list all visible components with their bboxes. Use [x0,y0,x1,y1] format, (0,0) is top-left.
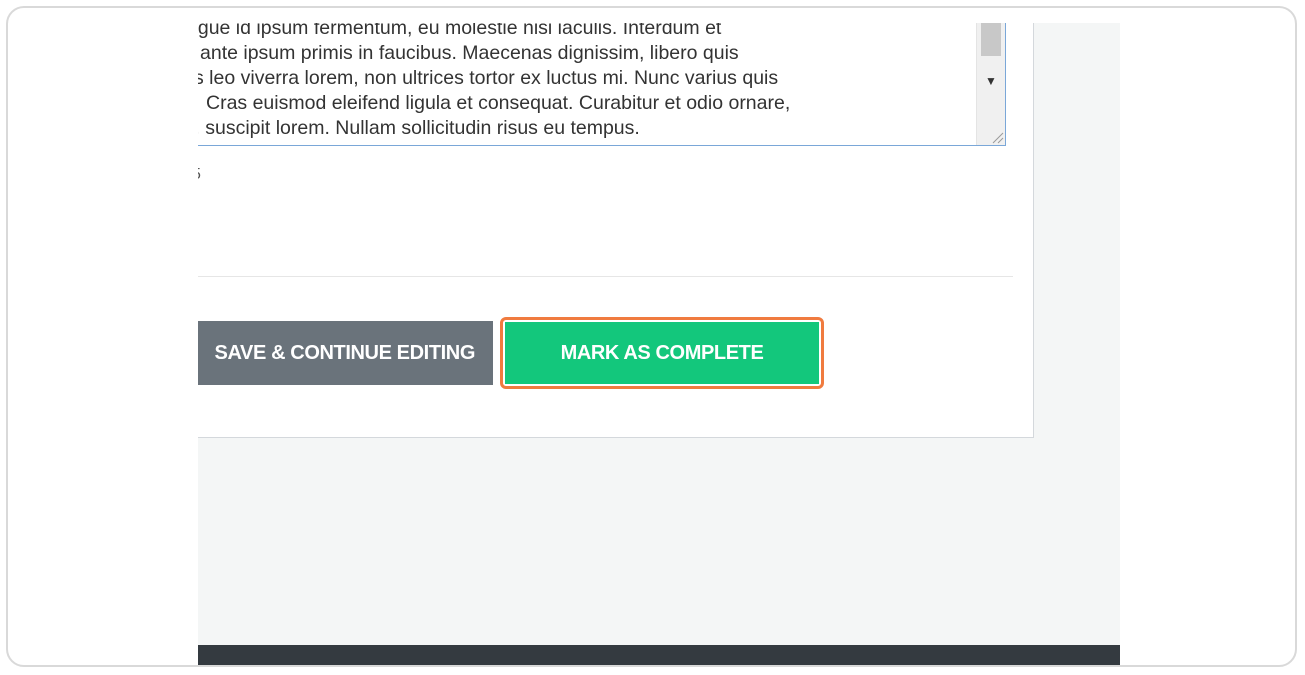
save-continue-button[interactable]: SAVE & CONTINUE EDITING [198,321,493,385]
textarea-line: s leo viverra lorem, non ultrices tortor… [198,67,779,89]
textarea-line: t, suscipit lorem. Nullam sollicitudin r… [198,117,640,139]
textarea-line: ugue id ipsum fermentum, eu molestie nis… [198,23,722,39]
scroll-down-arrow-icon[interactable]: ▼ [981,71,1001,91]
textarea-content[interactable]: ugue id ipsum fermentum, eu molestie nis… [198,23,969,141]
content-card: ugue id ipsum fermentum, eu molestie nis… [198,23,1034,438]
page-footer [198,645,1120,665]
character-count: 5 [198,166,201,184]
description-textarea[interactable]: ugue id ipsum fermentum, eu molestie nis… [198,23,1006,146]
resize-grip-icon[interactable] [990,130,1004,144]
page-viewport: ugue id ipsum fermentum, eu molestie nis… [198,23,1120,665]
textarea-line: ante ipsum primis in faucibus. Maecenas … [200,42,739,64]
scrollbar-thumb[interactable] [981,23,1001,56]
section-divider [198,276,1013,277]
textarea-scrollbar[interactable]: ▼ [976,23,1005,145]
textarea-line: Cras euismod eleifend ligula et consequa… [206,92,791,114]
screenshot-frame: ugue id ipsum fermentum, eu molestie nis… [6,6,1297,667]
mark-complete-button[interactable]: MARK AS COMPLETE [505,322,819,384]
